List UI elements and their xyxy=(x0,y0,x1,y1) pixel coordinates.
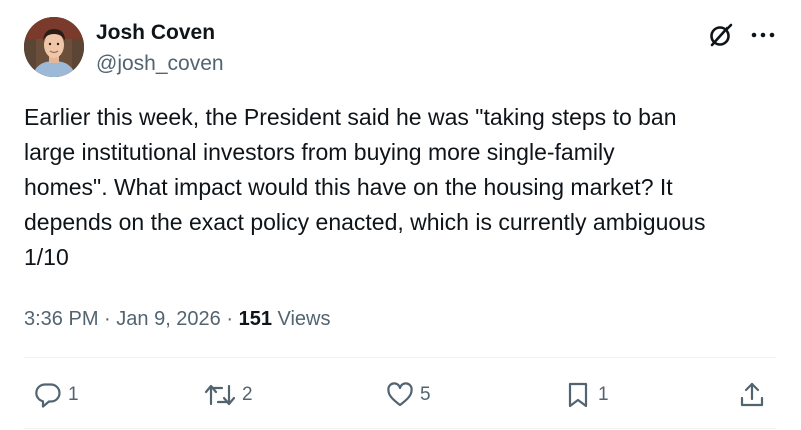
tweet-time[interactable]: 3:36 PM xyxy=(24,308,98,330)
like-button[interactable]: 5 xyxy=(386,379,431,411)
divider xyxy=(24,428,776,429)
like-count: 5 xyxy=(420,384,431,405)
avatar[interactable] xyxy=(24,17,84,77)
reply-count: 1 xyxy=(68,384,79,405)
bookmark-count: 1 xyxy=(598,384,609,405)
author-handle[interactable]: @josh_coven xyxy=(96,51,224,77)
tweet: Josh Coven @josh_coven Earlier this week… xyxy=(0,0,801,430)
tweet-text: Earlier this week, the President said he… xyxy=(24,104,706,270)
more-icon[interactable] xyxy=(750,28,776,40)
bookmark-icon xyxy=(568,382,588,408)
meta-separator: · xyxy=(220,308,239,330)
meta-separator: · xyxy=(98,308,117,330)
heart-icon xyxy=(387,382,413,407)
grok-icon[interactable] xyxy=(708,22,734,48)
retweet-count: 2 xyxy=(242,384,253,405)
share-icon xyxy=(740,382,764,407)
user-photo-icon xyxy=(24,17,84,77)
views-count: 151 xyxy=(238,308,272,330)
bookmark-button[interactable]: 1 xyxy=(564,379,609,411)
divider xyxy=(24,357,776,358)
retweet-button[interactable]: 2 xyxy=(204,379,253,411)
share-button[interactable] xyxy=(738,379,766,411)
reply-icon xyxy=(35,383,61,408)
tweet-date[interactable]: Jan 9, 2026 xyxy=(116,308,221,330)
reply-button[interactable]: 1 xyxy=(34,379,79,411)
tweet-meta: 3:36 PM · Jan 9, 2026 · 151 Views xyxy=(24,306,331,332)
author-name[interactable]: Josh Coven xyxy=(96,20,215,46)
retweet-icon xyxy=(204,384,236,406)
views-label: Views xyxy=(271,308,331,330)
